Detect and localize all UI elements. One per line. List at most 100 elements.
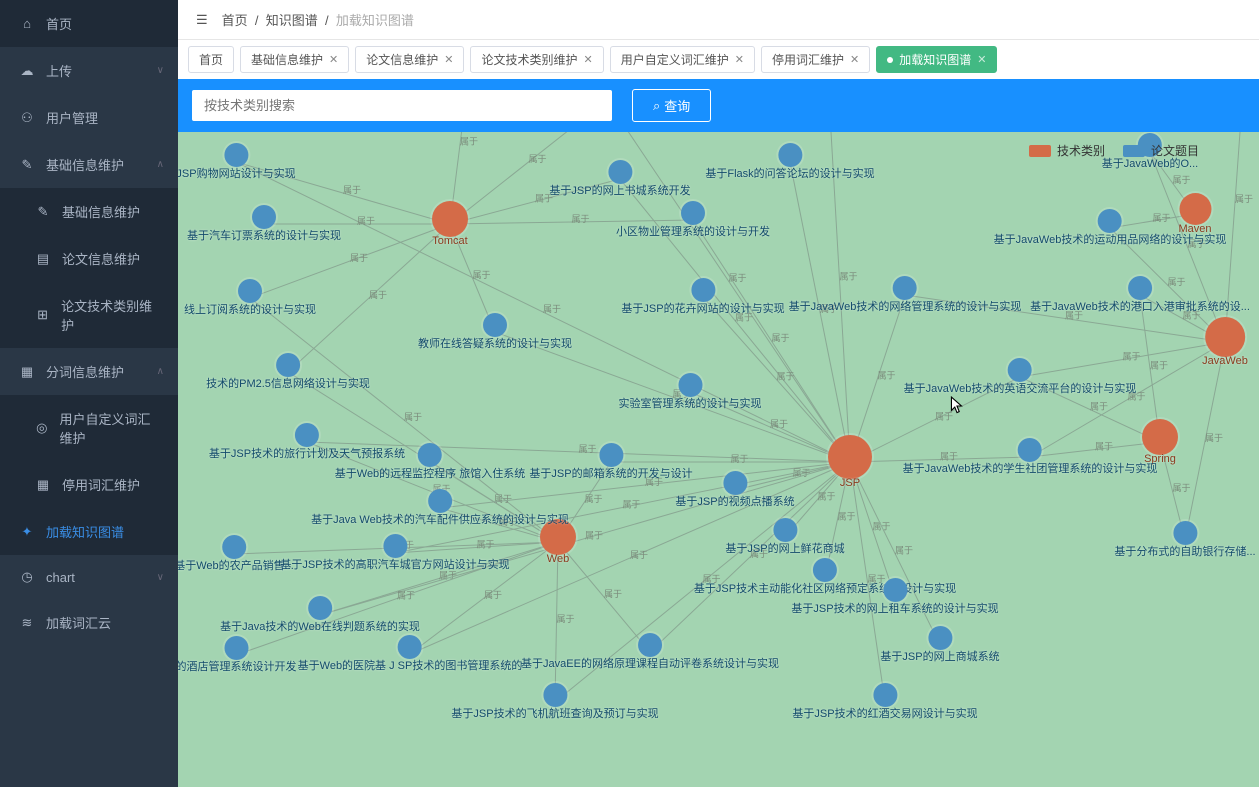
node-paper-36[interactable]: 基于JSP技术的飞机航班查询及预订与实现 bbox=[451, 683, 658, 721]
sidebar-item-seg-maint[interactable]: ▦分词信息维护∧ bbox=[0, 348, 178, 395]
svg-text:属于: 属于 bbox=[557, 614, 575, 624]
close-icon[interactable]: ✕ bbox=[977, 53, 986, 66]
legend-tech-swatch bbox=[1029, 145, 1051, 157]
user-dict-icon: ◎ bbox=[34, 420, 49, 436]
tab-基础信息维护[interactable]: 基础信息维护✕ bbox=[240, 46, 349, 73]
chevron-icon: ∨ bbox=[157, 572, 164, 583]
node-paper-26[interactable]: 基于JSP技术的高职汽车城官方网站设计与实现 bbox=[280, 534, 509, 572]
sidebar-item-base-maint-sub[interactable]: ✎基础信息维护 bbox=[0, 188, 178, 235]
sidebar-item-stopword[interactable]: ▦停用词汇维护 bbox=[0, 461, 178, 508]
graph-canvas[interactable]: 技术类别 论文题目 属于属于属于属于属于属于属于属于属于属于属于属于属于属于属于… bbox=[178, 132, 1259, 787]
svg-text:属于: 属于 bbox=[793, 468, 811, 478]
node-paper-6[interactable]: 基于JSP的网上书城系统开发 bbox=[549, 160, 690, 198]
sidebar-item-load-kg[interactable]: ✦加载知识图谱 bbox=[0, 508, 178, 555]
search-icon: ⌕ bbox=[653, 98, 660, 114]
upload-icon: ☁ bbox=[18, 63, 36, 79]
svg-text:属于: 属于 bbox=[873, 522, 891, 532]
sidebar-item-user-dict[interactable]: ◎用户自定义词汇维护 bbox=[0, 395, 178, 461]
bc-mid[interactable]: 知识图谱 bbox=[266, 13, 318, 28]
node-paper-15[interactable]: 教师在线答疑系统的设计与实现 bbox=[418, 313, 572, 351]
node-paper-25[interactable]: 基于Web的农产品销售... bbox=[178, 535, 294, 573]
tech-cat-maint-icon: ⊞ bbox=[34, 307, 51, 323]
header: ☰ 首页 / 知识图谱 / 加载知识图谱 bbox=[178, 0, 1259, 40]
sidebar-item-tech-cat-maint[interactable]: ⊞论文技术类别维护 bbox=[0, 282, 178, 348]
svg-text:属于: 属于 bbox=[1235, 194, 1253, 204]
svg-text:属于: 属于 bbox=[1173, 483, 1191, 493]
node-tech-tomcat[interactable]: Tomcat bbox=[432, 201, 468, 247]
node-tech-javaweb[interactable]: JavaWeb bbox=[1202, 317, 1248, 367]
breadcrumb: 首页 / 知识图谱 / 加载知识图谱 bbox=[222, 10, 414, 29]
chart-icon: ◷ bbox=[18, 569, 36, 585]
close-icon[interactable]: ✕ bbox=[584, 53, 593, 66]
sidebar-item-base-maint[interactable]: ✎基础信息维护∧ bbox=[0, 141, 178, 188]
tab-停用词汇维护[interactable]: 停用词汇维护✕ bbox=[761, 46, 870, 73]
tab-论文信息维护[interactable]: 论文信息维护✕ bbox=[355, 46, 464, 73]
node-paper-14[interactable]: 基于JavaWeb技术的港口入港审批系统的设... bbox=[1030, 276, 1250, 314]
search-button[interactable]: ⌕ 查询 bbox=[632, 89, 711, 122]
svg-text:属于: 属于 bbox=[572, 214, 590, 224]
node-paper-18[interactable]: 基于JavaWeb技术的英语交流平台的设计与实现 bbox=[904, 358, 1137, 396]
search-input[interactable] bbox=[192, 90, 612, 121]
users-icon: ⚇ bbox=[18, 110, 36, 126]
node-paper-12[interactable]: 基于JSP的花卉网站的设计与实现 bbox=[621, 278, 784, 316]
home-icon: ⌂ bbox=[18, 16, 36, 31]
tabs: 首页基础信息维护✕论文信息维护✕论文技术类别维护✕ 用户自定义词汇维护✕停用词汇维… bbox=[178, 40, 1259, 79]
close-icon[interactable]: ✕ bbox=[735, 53, 744, 66]
collapse-icon[interactable]: ☰ bbox=[196, 12, 208, 28]
node-paper-30[interactable]: 基于JSP技术的网上租车系统的设计与实现 bbox=[791, 578, 998, 616]
active-dot-icon bbox=[887, 57, 893, 63]
node-paper-21[interactable]: 基于JSP的邮箱系统的开发与设计 bbox=[529, 443, 692, 481]
node-paper-9[interactable]: 小区物业管理系统的设计与开发 bbox=[616, 201, 770, 239]
sidebar-item-paper-maint[interactable]: ▤论文信息维护 bbox=[0, 235, 178, 282]
tab-加载知识图谱[interactable]: 加载知识图谱✕ bbox=[876, 46, 997, 73]
sidebar-item-users[interactable]: ⚇用户管理 bbox=[0, 94, 178, 141]
node-paper-34[interactable]: 基于JavaEE的网络原理课程自动评卷系统设计与实现 bbox=[521, 633, 779, 671]
svg-text:属于: 属于 bbox=[350, 253, 368, 263]
legend-paper: 论文题目 bbox=[1123, 142, 1199, 159]
sidebar-item-home[interactable]: ⌂首页 bbox=[0, 0, 178, 47]
sidebar: ⌂首页☁上传∨⚇用户管理✎基础信息维护∧✎基础信息维护▤论文信息维护⊞论文技术类… bbox=[0, 0, 178, 787]
node-paper-13[interactable]: 基于JavaWeb技术的网络管理系统的设计与实现 bbox=[789, 276, 1022, 314]
svg-text:属于: 属于 bbox=[473, 270, 491, 280]
svg-text:属于: 属于 bbox=[878, 371, 896, 381]
sidebar-item-chart[interactable]: ◷chart∨ bbox=[0, 555, 178, 599]
node-paper-33[interactable]: 基于Web的医院基 J SP技术的图书管理系统的 bbox=[298, 635, 523, 673]
node-paper-22[interactable]: 基于JavaWeb技术的学生社团管理系统的设计与实现 bbox=[903, 438, 1158, 476]
svg-text:属于: 属于 bbox=[777, 372, 795, 382]
node-paper-24[interactable]: 基于JSP的视频点播系统 bbox=[675, 471, 794, 509]
node-paper-23[interactable]: 基于Java Web技术的汽车配件供应系统的设计与实现 bbox=[311, 489, 569, 527]
node-paper-20[interactable]: 基于Web的远程监控程序 旅馆入住系统 bbox=[335, 443, 525, 481]
svg-text:属于: 属于 bbox=[1150, 361, 1168, 371]
svg-text:属于: 属于 bbox=[895, 546, 913, 556]
close-icon[interactable]: ✕ bbox=[444, 53, 453, 66]
node-paper-8[interactable]: 基于汽车订票系统的设计与实现 bbox=[187, 205, 341, 243]
node-paper-17[interactable]: 实验室管理系统的设计与实现 bbox=[619, 373, 762, 411]
node-paper-11[interactable]: 线上订阅系统的设计与实现 bbox=[184, 279, 316, 317]
node-paper-16[interactable]: 技术的PM2.5信息网络设计与实现 bbox=[206, 353, 370, 391]
svg-text:属于: 属于 bbox=[604, 589, 622, 599]
close-icon[interactable]: ✕ bbox=[329, 53, 338, 66]
tab-用户自定义词汇维护[interactable]: 用户自定义词汇维护✕ bbox=[610, 46, 755, 73]
node-paper-28[interactable]: 基于分布式的自助银行存储... bbox=[1114, 521, 1255, 559]
close-icon[interactable]: ✕ bbox=[850, 53, 859, 66]
node-paper-10[interactable]: 基于JavaWeb技术的运动用品网络的设计与实现 bbox=[994, 209, 1227, 247]
node-tech-jsp[interactable]: JSP bbox=[828, 435, 872, 489]
base-maint-sub-icon: ✎ bbox=[34, 204, 52, 220]
bc-home[interactable]: 首页 bbox=[222, 13, 248, 28]
svg-text:属于: 属于 bbox=[630, 550, 648, 560]
node-paper-7[interactable]: 基于Flask的问答论坛的设计与实现 bbox=[705, 143, 874, 181]
sidebar-item-upload[interactable]: ☁上传∨ bbox=[0, 47, 178, 94]
tab-首页[interactable]: 首页 bbox=[188, 46, 234, 73]
svg-text:属于: 属于 bbox=[460, 137, 478, 147]
node-paper-31[interactable]: 基于Java技术的Web在线判题系统的实现 bbox=[220, 596, 420, 634]
node-paper-37[interactable]: 基于JSP技术的红酒交易网设计与实现 bbox=[792, 683, 977, 721]
svg-text:属于: 属于 bbox=[770, 419, 788, 429]
node-paper-32[interactable]: 的酒店管理系统设计开发 bbox=[178, 636, 297, 674]
tab-论文技术类别维护[interactable]: 论文技术类别维护✕ bbox=[470, 46, 603, 73]
node-paper-27[interactable]: 基于JSP的网上鲜花商城 bbox=[725, 518, 844, 556]
node-paper-35[interactable]: 基于JSP的网上商城系统 bbox=[880, 626, 999, 664]
sidebar-item-wordcloud[interactable]: ≋加载词汇云 bbox=[0, 599, 178, 646]
base-maint-icon: ✎ bbox=[18, 157, 36, 173]
node-paper-5[interactable]: JSP购物网站设计与实现 bbox=[178, 143, 296, 181]
svg-text:属于: 属于 bbox=[484, 590, 502, 600]
